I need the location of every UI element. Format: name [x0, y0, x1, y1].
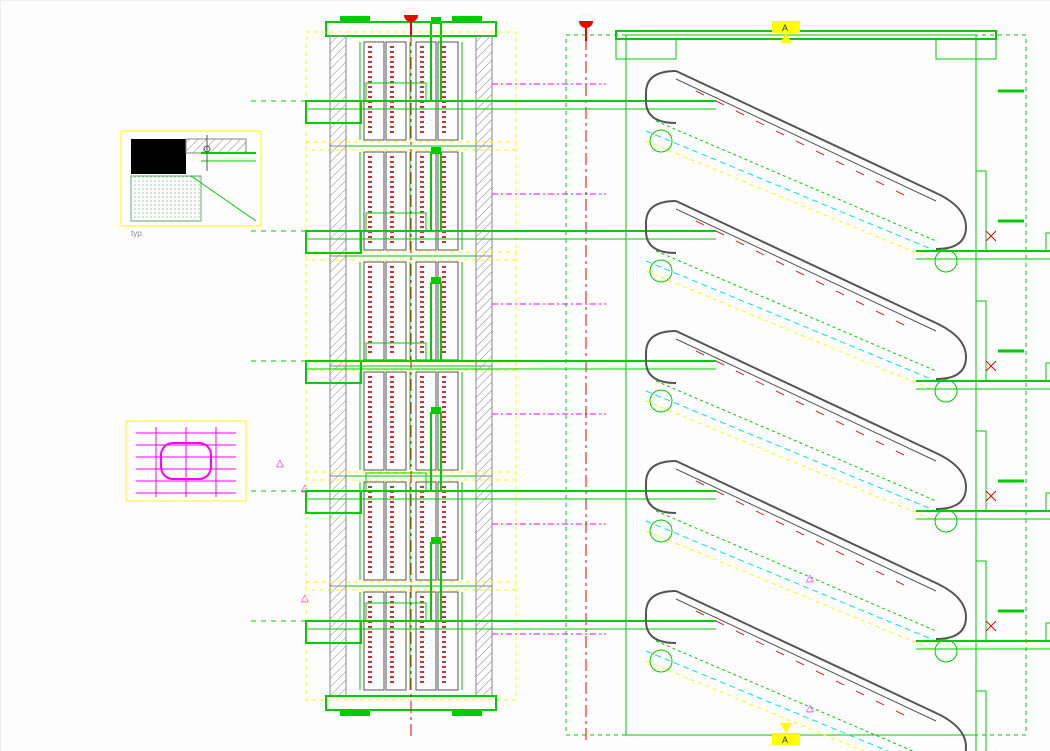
cad-canvas: △ △ △ A — [0, 0, 1050, 751]
detail-balustrade — [121, 131, 261, 226]
plan-inset: △ — [126, 421, 284, 501]
drawing-svg: △ △ △ A — [1, 1, 1050, 751]
detail-label: typ. — [131, 229, 144, 238]
svg-text:A: A — [782, 735, 788, 745]
svg-text:△: △ — [806, 703, 814, 714]
marker-triangle: △ — [276, 458, 284, 469]
svg-text:A: A — [782, 23, 788, 33]
plan-view — [306, 16, 606, 716]
level-mark: △ — [301, 593, 309, 604]
svg-text:△: △ — [806, 573, 814, 584]
section-view: A A △ △ — [246, 14, 1050, 751]
